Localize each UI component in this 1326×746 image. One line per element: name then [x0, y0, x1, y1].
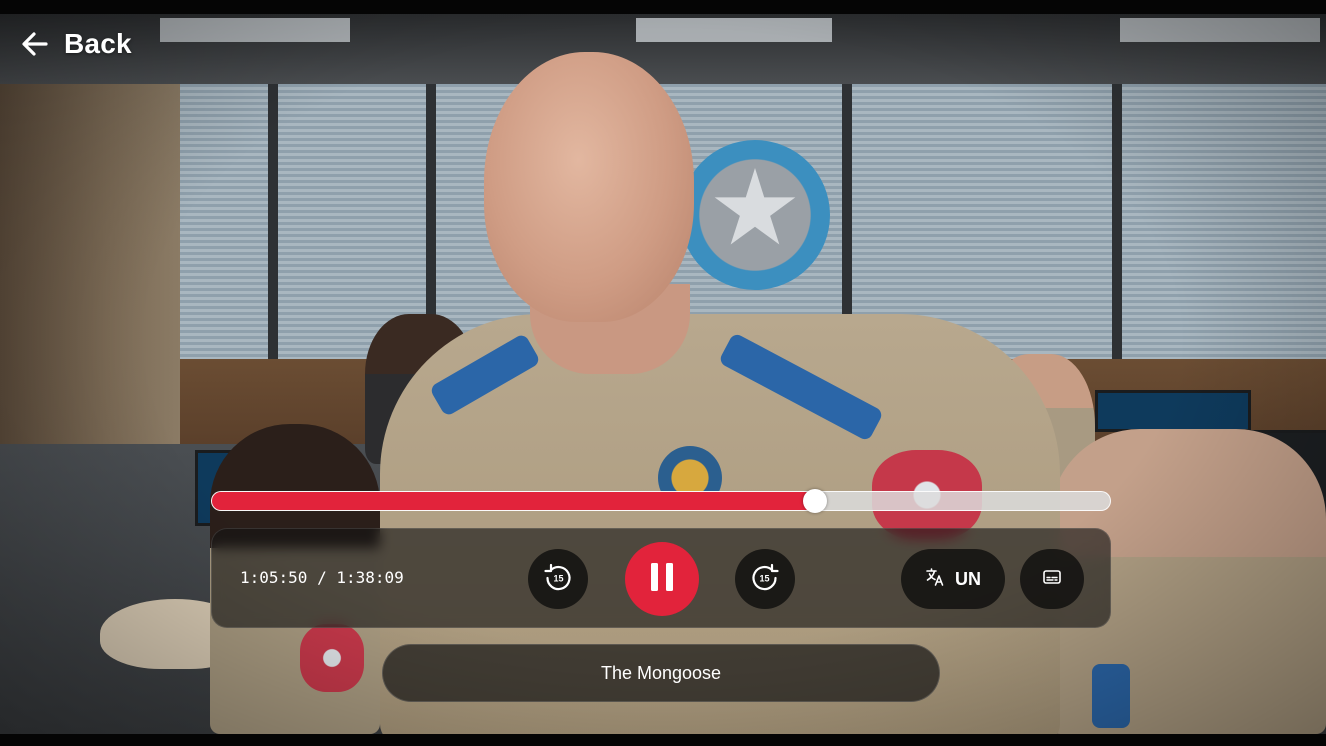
rewind-seconds-label: 15 — [553, 573, 563, 583]
forward-15-button[interactable]: 15 — [735, 549, 795, 609]
back-label: Back — [64, 28, 132, 59]
language-label: UN — [955, 568, 981, 589]
forward-15-icon: 15 — [750, 562, 780, 597]
pause-button[interactable] — [625, 542, 699, 616]
control-bar: 1:05:50 / 1:38:09 15 15 UN — [211, 528, 1111, 628]
closed-captions-icon — [1043, 569, 1061, 589]
subtitles-button[interactable] — [1020, 549, 1084, 609]
progress-bar[interactable] — [211, 489, 1111, 513]
letterbox-top — [0, 0, 1326, 14]
translate-icon — [925, 567, 945, 592]
rewind-15-icon: 15 — [543, 562, 573, 597]
episode-title: The Mongoose — [600, 662, 722, 683]
progress-fill — [212, 492, 815, 510]
total-time: 1:38:09 — [336, 568, 404, 587]
progress-thumb[interactable] — [802, 489, 827, 513]
letterbox-bottom — [0, 734, 1326, 746]
current-time: 1:05:50 — [240, 568, 308, 587]
audio-language-button[interactable]: UN — [901, 549, 1005, 609]
video-player: Back 1:05:50 / 1:38:09 15 15 UN The Mong… — [0, 0, 1326, 746]
forward-seconds-label: 15 — [759, 573, 769, 583]
episode-title-button[interactable]: The Mongoose — [382, 644, 940, 702]
back-button[interactable]: Back — [20, 26, 132, 62]
time-readout: 1:05:50 / 1:38:09 — [240, 568, 404, 587]
time-separator: / — [307, 568, 337, 587]
arrow-left-icon — [20, 29, 50, 59]
pause-icon — [649, 562, 675, 597]
rewind-15-button[interactable]: 15 — [528, 549, 588, 609]
